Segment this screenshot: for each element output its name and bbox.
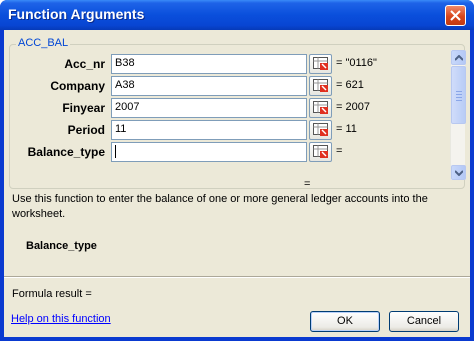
title-bar[interactable]: Function Arguments: [0, 0, 474, 30]
formula-result-label: Formula result =: [12, 288, 92, 300]
ok-button[interactable]: OK: [310, 311, 380, 332]
finyear-input[interactable]: 2007: [111, 98, 307, 118]
scroll-down-button[interactable]: [451, 165, 466, 180]
period-input[interactable]: 11: [111, 120, 307, 140]
text-caret: [115, 145, 116, 158]
grip-line: [456, 100, 462, 101]
chevron-down-icon: [455, 170, 463, 176]
collapse-dialog-button[interactable]: [309, 98, 332, 118]
arguments-scrollbar[interactable]: [450, 50, 466, 180]
argument-label: Company: [50, 79, 105, 93]
grip-line: [456, 94, 462, 95]
close-button[interactable]: [445, 5, 466, 26]
argument-label: Balance_type: [27, 145, 105, 159]
grip-line: [456, 97, 462, 98]
range-select-icon: [313, 123, 328, 136]
collapse-dialog-button[interactable]: [309, 120, 332, 140]
collapse-dialog-button[interactable]: [309, 54, 332, 74]
arguments-group: ACC_BAL Acc_nr B38 = "0116" Company A38 …: [9, 37, 466, 189]
balance-type-input[interactable]: [111, 142, 307, 162]
acc-nr-input[interactable]: B38: [111, 54, 307, 74]
function-name-label: ACC_BAL: [16, 37, 71, 49]
close-icon: [450, 10, 461, 21]
range-select-icon: [313, 79, 328, 92]
argument-result: =: [336, 145, 343, 157]
help-link[interactable]: Help on this function: [11, 313, 111, 325]
range-select-icon: [313, 101, 328, 114]
argument-label: Finyear: [62, 101, 105, 115]
range-select-icon: [313, 145, 328, 158]
argument-result: = "0116": [336, 57, 377, 69]
formula-equals: =: [304, 178, 311, 190]
argument-row-finyear: Finyear 2007 = 2007: [10, 98, 430, 118]
scroll-up-button[interactable]: [451, 50, 466, 65]
dialog-client: ACC_BAL Acc_nr B38 = "0116" Company A38 …: [4, 30, 470, 337]
function-description: Use this function to enter the balance o…: [12, 193, 428, 220]
argument-row-acc-nr: Acc_nr B38 = "0116": [10, 54, 430, 74]
scroll-thumb[interactable]: [451, 66, 466, 124]
argument-result: = 621: [336, 79, 364, 91]
argument-label: Period: [67, 123, 105, 137]
range-select-icon: [313, 57, 328, 70]
cancel-button[interactable]: Cancel: [389, 311, 459, 332]
dialog-window: Function Arguments ACC_BAL Acc_nr B38 = …: [0, 0, 474, 341]
dialog-title: Function Arguments: [8, 6, 145, 22]
argument-row-company: Company A38 = 621: [10, 76, 430, 96]
grip-line: [456, 91, 462, 92]
chevron-up-icon: [455, 55, 463, 61]
argument-row-balance-type: Balance_type =: [10, 142, 430, 162]
collapse-dialog-button[interactable]: [309, 76, 332, 96]
argument-result: = 2007: [336, 101, 370, 113]
argument-result: = 11: [336, 123, 357, 135]
collapse-dialog-button[interactable]: [309, 142, 332, 162]
argument-label: Acc_nr: [64, 57, 105, 71]
divider: [4, 276, 470, 278]
argument-row-period: Period 11 = 11: [10, 120, 430, 140]
selected-argument-name: Balance_type: [26, 240, 97, 252]
company-input[interactable]: A38: [111, 76, 307, 96]
